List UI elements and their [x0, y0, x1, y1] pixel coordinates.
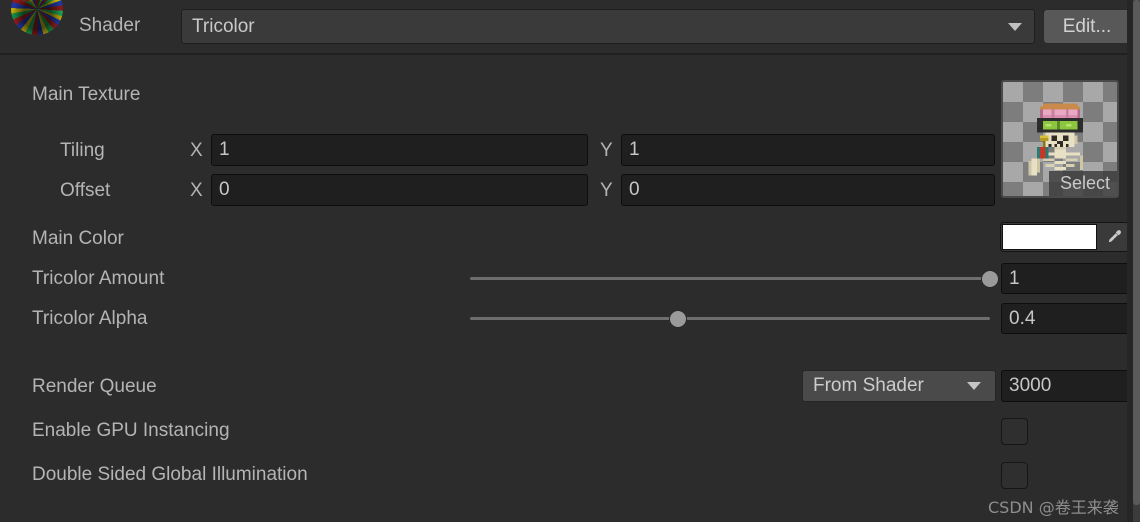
shader-dropdown[interactable]: Tricolor [181, 9, 1035, 44]
render-queue-value: 3000 [1009, 375, 1052, 396]
tiling-x-value: 1 [219, 139, 230, 160]
csdn-watermark: CSDN @卷王来袭 [988, 498, 1119, 517]
select-texture-button[interactable]: Select [1049, 171, 1117, 196]
offset-x-input[interactable]: 0 [211, 174, 588, 206]
offset-y-input[interactable]: 0 [621, 174, 995, 206]
main-color-field[interactable] [1000, 222, 1131, 252]
tricolor-alpha-slider[interactable] [470, 306, 990, 330]
tricolor-amount-label: Tricolor Amount [32, 268, 165, 289]
main-color-swatch[interactable] [1002, 224, 1097, 250]
main-texture-thumbnail[interactable]: Select [1001, 80, 1119, 198]
tricolor-alpha-slider-handle[interactable] [669, 310, 687, 328]
tiling-y-input[interactable]: 1 [621, 134, 995, 166]
shader-label: Shader [79, 15, 141, 36]
tricolor-amount-slider-handle[interactable] [981, 270, 999, 288]
shader-dropdown-value: Tricolor [192, 15, 255, 37]
vertical-scrollbar-track[interactable] [1133, 0, 1140, 522]
tiling-x-axis-label: X [190, 140, 203, 161]
eyedropper-icon[interactable] [1097, 223, 1130, 251]
tricolor-amount-slider[interactable] [470, 266, 999, 290]
render-queue-value-input[interactable]: 3000 [1001, 370, 1131, 402]
main-texture-label: Main Texture [32, 84, 141, 105]
select-button-label: Select [1059, 173, 1111, 193]
tricolor-alpha-input[interactable]: 0.4 [1001, 303, 1131, 334]
offset-y-value: 0 [629, 179, 640, 200]
tricolor-alpha-label: Tricolor Alpha [32, 308, 148, 329]
tricolor-alpha-value: 0.4 [1009, 307, 1036, 329]
vertical-scrollbar-thumb[interactable] [1133, 0, 1140, 505]
render-queue-label: Render Queue [32, 376, 157, 397]
tiling-y-axis-label: Y [600, 140, 613, 161]
double-sided-gi-label: Double Sided Global Illumination [32, 464, 308, 485]
offset-y-axis-label: Y [600, 180, 613, 201]
tiling-label: Tiling [60, 140, 105, 161]
edit-button-label: Edit... [1062, 15, 1112, 37]
render-queue-mode-dropdown[interactable]: From Shader [802, 370, 996, 402]
tiling-x-input[interactable]: 1 [211, 134, 588, 166]
offset-x-axis-label: X [190, 180, 203, 201]
material-inspector-panel: Shader Tricolor Edit... Main Texture Sel… [0, 0, 1140, 522]
tricolor-amount-input[interactable]: 1 [1001, 263, 1131, 294]
material-sphere-preview-icon [11, 0, 63, 35]
shader-header-row: Shader Tricolor Edit... [0, 0, 1133, 53]
render-queue-mode-value: From Shader [813, 375, 924, 396]
main-color-label: Main Color [32, 228, 124, 249]
tricolor-amount-slider-track[interactable] [470, 277, 990, 280]
edit-shader-button[interactable]: Edit... [1043, 9, 1131, 44]
offset-label: Offset [60, 180, 111, 201]
tiling-y-value: 1 [629, 139, 640, 160]
tricolor-alpha-slider-track[interactable] [470, 317, 990, 320]
enable-gpu-instancing-label: Enable GPU Instancing [32, 420, 230, 441]
enable-gpu-instancing-checkbox[interactable] [1001, 418, 1028, 445]
double-sided-gi-checkbox[interactable] [1001, 462, 1028, 489]
offset-x-value: 0 [219, 179, 230, 200]
tricolor-amount-value: 1 [1009, 267, 1020, 289]
chevron-down-icon [967, 382, 981, 390]
header-divider [0, 53, 1133, 55]
chevron-down-icon [1008, 22, 1022, 31]
